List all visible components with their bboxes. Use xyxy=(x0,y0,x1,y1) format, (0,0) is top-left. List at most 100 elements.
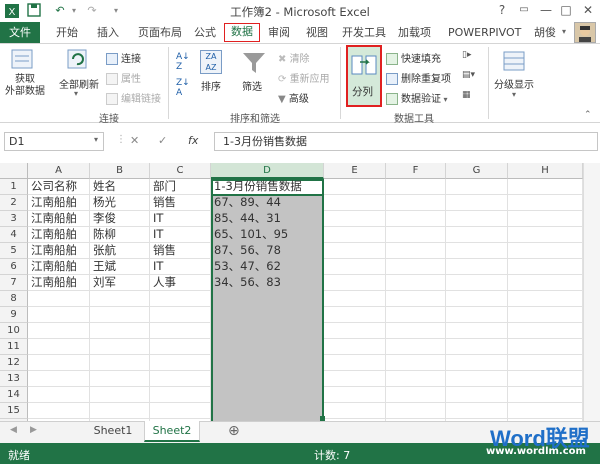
sort-dialog-icon[interactable]: ZA AZ xyxy=(200,50,222,74)
table-cell[interactable]: IT xyxy=(150,227,211,243)
what-if-icon[interactable]: ▤▾ xyxy=(462,70,475,80)
sort-az-icon[interactable]: A↓ Z xyxy=(176,52,190,72)
worksheet-grid[interactable]: ABCDEFGH12345678910111213141516 公司名称姓名部门… xyxy=(0,163,596,421)
table-cell[interactable]: 张航 xyxy=(90,243,150,259)
flash-fill-button[interactable]: 快速填充 xyxy=(386,50,441,65)
select-all-button[interactable] xyxy=(0,163,28,179)
row-header[interactable]: 7 xyxy=(0,275,28,291)
table-cell[interactable]: 公司名称 xyxy=(28,179,90,195)
tab-file[interactable]: 文件 xyxy=(0,22,40,43)
connections-button[interactable]: 连接 xyxy=(106,50,141,65)
tab-powerpivot[interactable]: POWERPIVOT xyxy=(444,24,525,42)
row-header[interactable]: 10 xyxy=(0,323,28,339)
clear-button[interactable]: ✖ 清除 xyxy=(278,50,310,65)
tab-view[interactable]: 视图 xyxy=(302,24,332,42)
table-cell[interactable]: 江南船舶 xyxy=(28,259,90,275)
row-header[interactable]: 6 xyxy=(0,259,28,275)
cancel-entry-button[interactable]: ✕ xyxy=(130,134,139,147)
table-cell[interactable]: 江南船舶 xyxy=(28,243,90,259)
user-dropdown-icon[interactable]: ▾ xyxy=(562,27,566,36)
tab-developer[interactable]: 开发工具 xyxy=(338,24,390,42)
sheet-scroll-right-icon[interactable]: ▶ xyxy=(30,425,37,435)
refresh-all-button[interactable]: 全部刷新 xyxy=(56,76,102,91)
properties-button[interactable]: 属性 xyxy=(106,70,141,85)
outline-button[interactable]: 分级显示 xyxy=(494,76,534,91)
tab-insert[interactable]: 插入 xyxy=(93,24,123,42)
filter-icon[interactable] xyxy=(240,50,268,76)
insert-function-button[interactable]: fx xyxy=(188,134,198,147)
tab-page-layout[interactable]: 页面布局 xyxy=(134,24,186,42)
formula-input[interactable]: 1-3月份销售数据 xyxy=(214,132,598,151)
user-name[interactable]: 胡俊 xyxy=(530,24,560,42)
sheet-tab-sheet1[interactable]: Sheet1 xyxy=(86,421,140,442)
tab-formulas[interactable]: 公式 xyxy=(190,24,220,42)
row-header[interactable]: 4 xyxy=(0,227,28,243)
tab-addins[interactable]: 加载项 xyxy=(394,24,435,42)
table-cell[interactable]: 王斌 xyxy=(90,259,150,275)
edit-links-button[interactable]: 编辑链接 xyxy=(106,90,161,105)
add-sheet-button[interactable]: ⊕ xyxy=(228,423,240,439)
table-cell[interactable]: 陈柳 xyxy=(90,227,150,243)
sheet-tab-sheet2[interactable]: Sheet2 xyxy=(144,421,200,442)
consolidate-icon[interactable]: ▯▸ xyxy=(462,50,471,60)
table-cell[interactable]: 江南船舶 xyxy=(28,211,90,227)
sort-za-icon[interactable]: Z↓ A xyxy=(176,78,190,98)
table-cell[interactable]: 85、44、31 xyxy=(211,211,324,227)
table-cell[interactable]: 53、47、62 xyxy=(211,259,324,275)
filter-button[interactable]: 筛选 xyxy=(242,78,262,93)
collapse-ribbon-icon[interactable]: ⌃ xyxy=(584,110,592,120)
data-validation-button[interactable]: 数据验证 ▾ xyxy=(386,90,448,105)
row-header[interactable]: 5 xyxy=(0,243,28,259)
outline-dropdown-icon[interactable]: ▾ xyxy=(512,90,516,99)
sort-button[interactable]: 排序 xyxy=(201,78,221,93)
row-header[interactable]: 12 xyxy=(0,355,28,371)
close-button[interactable]: ✕ xyxy=(580,2,596,18)
table-cell[interactable]: 87、56、78 xyxy=(211,243,324,259)
name-box[interactable]: D1 xyxy=(4,132,104,151)
minimize-button[interactable]: — xyxy=(538,2,554,18)
column-header[interactable]: D xyxy=(211,163,324,179)
table-cell[interactable]: 人事 xyxy=(150,275,211,291)
column-header[interactable]: C xyxy=(150,163,211,179)
table-cell[interactable]: 部门 xyxy=(150,179,211,195)
table-cell[interactable]: 江南船舶 xyxy=(28,227,90,243)
table-cell[interactable]: 江南船舶 xyxy=(28,275,90,291)
table-cell[interactable]: 李俊 xyxy=(90,211,150,227)
row-header[interactable]: 3 xyxy=(0,211,28,227)
row-header[interactable]: 8 xyxy=(0,291,28,307)
table-cell[interactable]: IT xyxy=(150,259,211,275)
column-header[interactable]: E xyxy=(324,163,386,179)
reapply-button[interactable]: ⟳ 重新应用 xyxy=(278,70,330,85)
table-cell[interactable]: 34、56、83 xyxy=(211,275,324,291)
row-header[interactable]: 15 xyxy=(0,403,28,419)
tab-data[interactable]: 数据 xyxy=(224,23,260,42)
row-header[interactable]: 9 xyxy=(0,307,28,323)
table-cell[interactable]: 姓名 xyxy=(90,179,150,195)
table-cell[interactable]: 67、89、44 xyxy=(211,195,324,211)
row-header[interactable]: 14 xyxy=(0,387,28,403)
outline-icon[interactable] xyxy=(502,50,526,74)
column-header[interactable]: A xyxy=(28,163,90,179)
remove-duplicates-button[interactable]: 删除重复项 xyxy=(386,70,451,85)
tab-home[interactable]: 开始 xyxy=(52,24,82,42)
table-cell[interactable]: 1-3月份销售数据 xyxy=(211,179,324,195)
table-cell[interactable]: 销售 xyxy=(150,195,211,211)
name-box-dropdown-icon[interactable]: ▾ xyxy=(94,135,98,144)
row-header[interactable]: 11 xyxy=(0,339,28,355)
row-header[interactable]: 2 xyxy=(0,195,28,211)
avatar[interactable] xyxy=(574,22,596,43)
sheet-scroll-left-icon[interactable]: ◀ xyxy=(10,425,17,435)
table-cell[interactable]: 65、101、95 xyxy=(211,227,324,243)
column-header[interactable]: G xyxy=(446,163,508,179)
confirm-entry-button[interactable]: ✓ xyxy=(158,134,167,147)
table-cell[interactable]: 杨光 xyxy=(90,195,150,211)
ribbon-display-button[interactable]: ▭ xyxy=(516,2,532,18)
column-header[interactable]: F xyxy=(386,163,446,179)
table-cell[interactable]: 江南船舶 xyxy=(28,195,90,211)
get-external-data-icon[interactable] xyxy=(8,48,44,70)
tab-review[interactable]: 审阅 xyxy=(264,24,294,42)
row-header[interactable]: 1 xyxy=(0,179,28,195)
vertical-scrollbar[interactable] xyxy=(583,163,600,421)
table-cell[interactable]: 销售 xyxy=(150,243,211,259)
column-header[interactable]: B xyxy=(90,163,150,179)
